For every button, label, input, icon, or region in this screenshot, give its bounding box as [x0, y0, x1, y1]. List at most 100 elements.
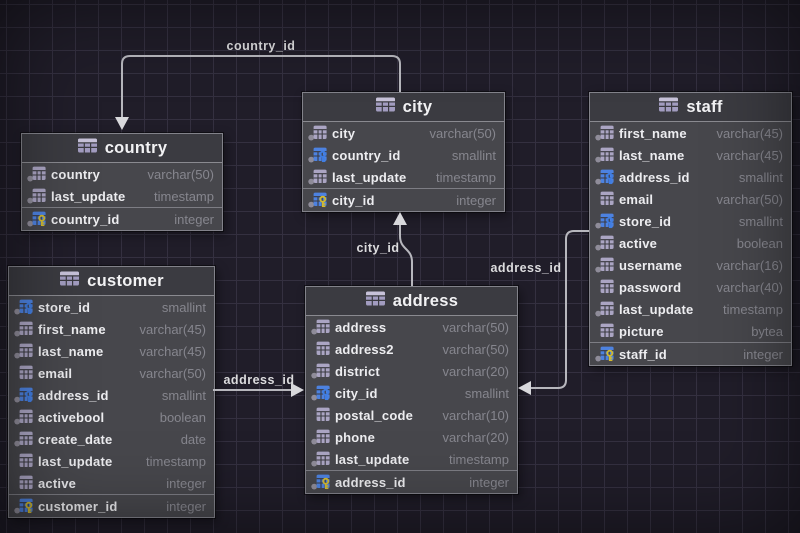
column-name: activebool — [38, 410, 104, 425]
column-icon — [14, 430, 38, 448]
column-row-address_id[interactable]: address_idinteger — [306, 470, 517, 493]
column-row-last_name[interactable]: last_namevarchar(45) — [590, 144, 791, 166]
erd-canvas[interactable]: countrycountryvarchar(50)last_updatetime… — [0, 0, 800, 533]
column-row-city_id[interactable]: city_idinteger — [303, 188, 504, 211]
column-icon — [14, 320, 38, 338]
column-type: varchar(50) — [430, 126, 496, 141]
column-name: country — [51, 167, 100, 182]
column-name: create_date — [38, 432, 112, 447]
column-icon — [14, 474, 38, 492]
column-row-activebool[interactable]: activebool boolean — [9, 406, 214, 428]
column-type: varchar(16) — [717, 258, 783, 273]
column-name: picture — [619, 324, 664, 339]
table-staff[interactable]: stafffirst_namevarchar(45)last_namevarch… — [589, 92, 792, 366]
column-row-country_id[interactable]: country_idinteger — [22, 207, 222, 230]
column-icon — [311, 406, 335, 424]
column-name: last_update — [335, 452, 409, 467]
column-type: varchar(50) — [443, 342, 509, 357]
column-icon — [595, 146, 619, 164]
column-icon — [311, 340, 335, 358]
table-country[interactable]: countrycountryvarchar(50)last_updatetime… — [21, 133, 223, 231]
column-name: last_update — [619, 302, 693, 317]
column-row-email[interactable]: emailvarchar(50) — [590, 188, 791, 210]
column-row-city[interactable]: cityvarchar(50) — [303, 122, 504, 144]
column-icon — [311, 318, 335, 336]
column-row-phone[interactable]: phone varchar(20) — [306, 426, 517, 448]
column-icon — [14, 342, 38, 360]
relation-city_id: city_id — [356, 212, 412, 286]
table-header[interactable]: country — [22, 134, 222, 163]
column-name: last_name — [619, 148, 684, 163]
column-row-store_id[interactable]: store_idsmallint — [590, 210, 791, 232]
column-row-customer_id[interactable]: customer_idinteger — [9, 494, 214, 517]
column-row-city_id[interactable]: city_idsmallint — [306, 382, 517, 404]
column-row-last_update[interactable]: last_updatetimestamp — [22, 185, 222, 207]
column-row-active[interactable]: active boolean — [590, 232, 791, 254]
column-type: date — [181, 432, 206, 447]
column-name: phone — [335, 430, 375, 445]
table-customer[interactable]: customerstore_idsmallintfirst_namevarcha… — [8, 266, 215, 518]
column-row-picture[interactable]: picturebytea — [590, 320, 791, 342]
column-type: varchar(40) — [717, 280, 783, 295]
column-row-active[interactable]: activeinteger — [9, 472, 214, 494]
column-name: active — [619, 236, 657, 251]
column-row-address2[interactable]: address2varchar(50) — [306, 338, 517, 360]
column-row-first_name[interactable]: first_namevarchar(45) — [590, 122, 791, 144]
column-type: boolean — [737, 236, 783, 251]
column-type: timestamp — [449, 452, 509, 467]
relation-label: city_id — [356, 241, 399, 255]
column-type: varchar(45) — [140, 344, 206, 359]
column-row-email[interactable]: emailvarchar(50) — [9, 362, 214, 384]
column-row-address_id[interactable]: address_id smallint — [590, 166, 791, 188]
column-type: integer — [174, 212, 214, 227]
relation-arrow-icon — [393, 212, 407, 225]
column-name: email — [619, 192, 653, 207]
table-city[interactable]: citycityvarchar(50)country_idsmallintlas… — [302, 92, 505, 212]
column-type: varchar(20) — [443, 430, 509, 445]
column-type: boolean — [160, 410, 206, 425]
table-header[interactable]: staff — [590, 93, 791, 122]
column-row-last_update[interactable]: last_updatetimestamp — [590, 298, 791, 320]
column-row-staff_id[interactable]: staff_idinteger — [590, 342, 791, 365]
column-name: address_id — [619, 170, 690, 185]
column-row-address[interactable]: addressvarchar(50) — [306, 316, 517, 338]
column-row-last_update[interactable]: last_updatetimestamp — [9, 450, 214, 472]
column-row-create_date[interactable]: create_date date — [9, 428, 214, 450]
column-row-district[interactable]: districtvarchar(20) — [306, 360, 517, 382]
relation-line[interactable] — [400, 225, 412, 286]
table-header[interactable]: address — [306, 287, 517, 316]
table-icon — [658, 96, 679, 118]
table-header[interactable]: city — [303, 93, 504, 122]
column-row-postal_code[interactable]: postal_codevarchar(10) — [306, 404, 517, 426]
column-type: smallint — [739, 170, 783, 185]
column-name: postal_code — [335, 408, 413, 423]
primary-key-icon — [595, 345, 619, 363]
column-row-last_name[interactable]: last_namevarchar(45) — [9, 340, 214, 362]
table-address[interactable]: addressaddressvarchar(50)address2varchar… — [305, 286, 518, 494]
table-header[interactable]: customer — [9, 267, 214, 296]
relation-arrow-icon — [291, 383, 304, 397]
column-name: city_id — [335, 386, 378, 401]
column-icon — [14, 452, 38, 470]
column-type: integer — [469, 475, 509, 490]
column-name: first_name — [619, 126, 687, 141]
column-row-store_id[interactable]: store_idsmallint — [9, 296, 214, 318]
column-type: varchar(50) — [443, 320, 509, 335]
column-icon — [595, 124, 619, 142]
column-row-first_name[interactable]: first_namevarchar(45) — [9, 318, 214, 340]
column-row-country_id[interactable]: country_idsmallint — [303, 144, 504, 166]
column-row-last_update[interactable]: last_update timestamp — [306, 448, 517, 470]
foreign-key-icon — [308, 146, 332, 164]
column-row-username[interactable]: usernamevarchar(16) — [590, 254, 791, 276]
column-name: city_id — [332, 193, 375, 208]
column-row-password[interactable]: passwordvarchar(40) — [590, 276, 791, 298]
column-row-country[interactable]: countryvarchar(50) — [22, 163, 222, 185]
column-icon — [14, 364, 38, 382]
foreign-key-icon — [595, 212, 619, 230]
column-type: integer — [166, 499, 206, 514]
column-row-last_update[interactable]: last_updatetimestamp — [303, 166, 504, 188]
column-row-address_id[interactable]: address_idsmallint — [9, 384, 214, 406]
relation-label: address_id — [490, 261, 561, 275]
column-icon — [311, 362, 335, 380]
relation-line[interactable] — [531, 231, 589, 388]
